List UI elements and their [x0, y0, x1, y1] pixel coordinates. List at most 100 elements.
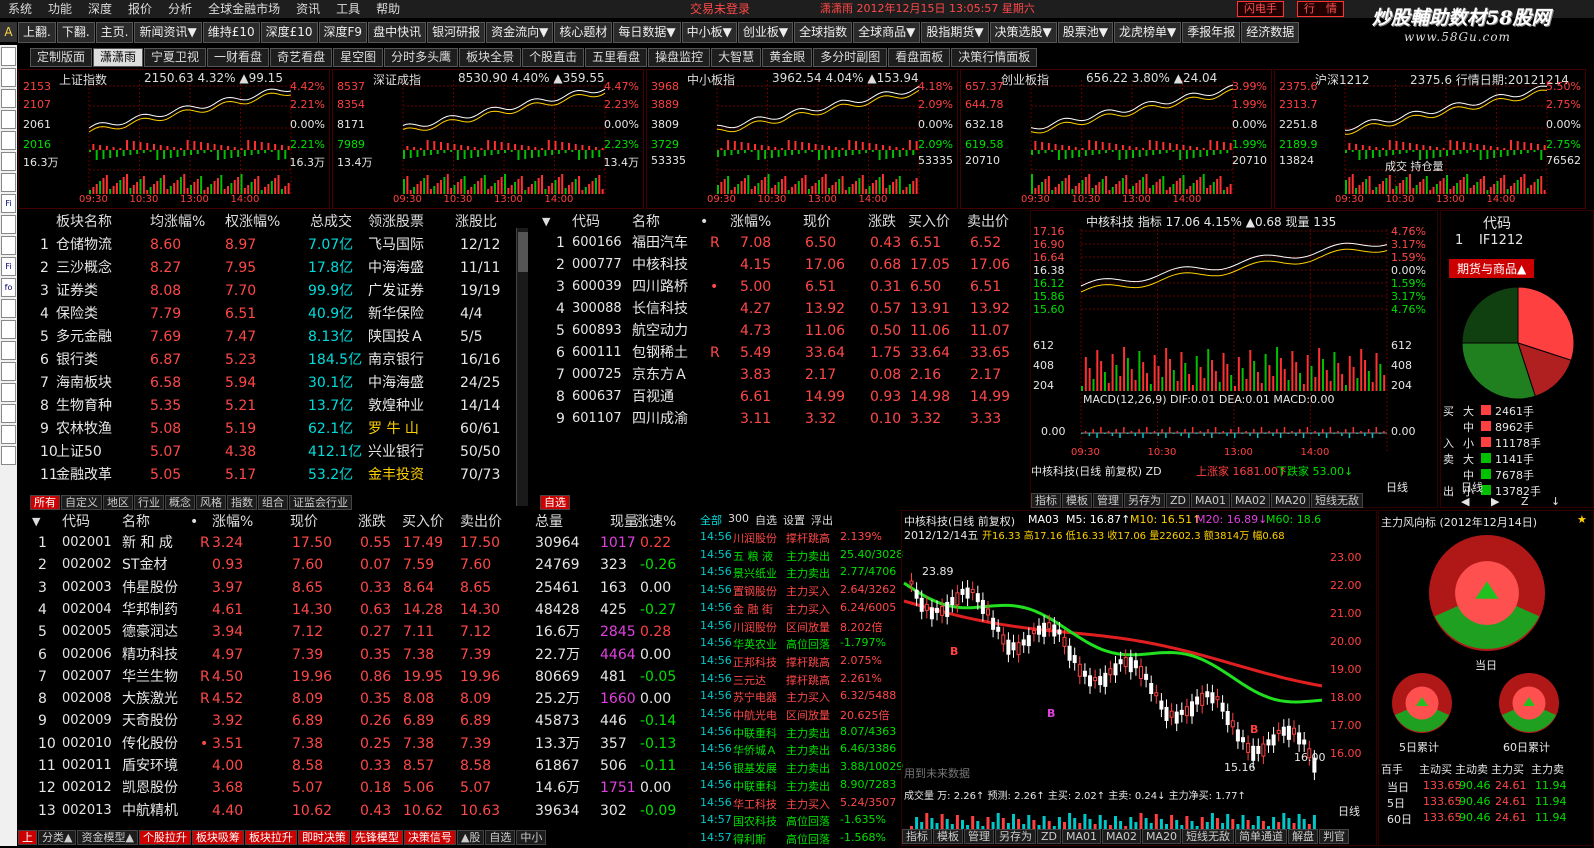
- sme-row[interactable]: 2 002002 ST金材 0.93 7.60 0.07 7.59 7.60 24769 323-…: [30, 554, 695, 576]
- toolbar-button-18[interactable]: 股票池▼: [1057, 22, 1114, 43]
- radar-header-2[interactable]: 自选: [755, 512, 777, 528]
- sme-header-8[interactable]: 总量: [535, 512, 563, 532]
- menu-7[interactable]: 工具: [328, 0, 368, 18]
- kline-tool-2[interactable]: 管理: [964, 829, 994, 844]
- mini-chart-1[interactable]: 深证成指 8530.90 4.40% ▲359.55 8537 8354 8171 798…: [332, 69, 644, 209]
- radar-header-0[interactable]: 全部: [700, 512, 722, 528]
- mini-chart-2[interactable]: 中小板指 3962.54 4.04% ▲153.94 3968 3889 3809 372…: [646, 69, 958, 209]
- intraday-tool-7[interactable]: MA20: [1271, 493, 1311, 508]
- kline-chart[interactable]: 中核科技(日线 前复权) MA03 M5: 16.87↑ M10: 16.51↑ M20…: [901, 510, 1377, 846]
- sector-tab-2[interactable]: 地区: [103, 495, 133, 510]
- toolbar-button-8[interactable]: 银河研报: [427, 22, 486, 43]
- layout-tab-6[interactable]: 分时多头鹰: [384, 48, 459, 67]
- sector-tab-5[interactable]: 风格: [196, 495, 226, 510]
- side-tool-icon-8[interactable]: [1, 215, 16, 234]
- toolbar-button-12[interactable]: 中小板▼: [681, 22, 737, 43]
- sme-row[interactable]: 7 002007 华兰生物 R 4.50 19.96 0.86 19.95 19.96 80669…: [30, 666, 695, 688]
- intraday-tool-8[interactable]: 短线无敌: [1311, 493, 1364, 508]
- kline-tool-0[interactable]: 指标: [902, 829, 932, 844]
- layout-tab-2[interactable]: 宁夏卫视: [144, 48, 207, 67]
- radar-row[interactable]: 14:56 中联重科 主力卖出 8.90/7283: [700, 778, 900, 795]
- side-tool-icon-10[interactable]: Fi: [1, 257, 16, 276]
- side-tool-icon-13[interactable]: [1, 320, 16, 339]
- sme-tab-1[interactable]: 资金模型▲: [77, 830, 138, 845]
- toolbar-button-11[interactable]: 每日数据▼: [613, 22, 681, 43]
- sme-header-0[interactable]: 代码: [62, 512, 90, 532]
- sector-row[interactable]: 5 多元金融 7.69 7.47 8.13亿 陕国投Ａ 5/5: [30, 326, 520, 348]
- radar-header-4[interactable]: 浮出: [811, 512, 833, 528]
- side-tool-icon-6[interactable]: [1, 173, 16, 192]
- radar-row[interactable]: 14:56 五 粮 液主力卖出 25.40/3028: [700, 548, 903, 565]
- kline-tool-3[interactable]: 另存为: [995, 829, 1036, 844]
- sme-tab-2[interactable]: 个股拉升: [138, 830, 191, 845]
- futures-nav-3[interactable]: ↓: [1551, 495, 1560, 508]
- radar-row[interactable]: 14:56 华侨城Ａ 主力卖出 6.46/3386: [700, 742, 900, 759]
- side-tool-icon-5[interactable]: [1, 152, 16, 171]
- sme-tab-9[interactable]: 自选: [485, 830, 516, 845]
- futures-row-code[interactable]: IF1212: [1479, 233, 1523, 248]
- sector-row[interactable]: 9 农林牧渔 5.08 5.19 62.1亿罗 牛 山 60/61: [30, 418, 520, 440]
- watch-header-1[interactable]: 名称: [632, 212, 660, 232]
- toolbar-button-7[interactable]: 盘中快讯: [368, 22, 427, 43]
- futures-nav-2[interactable]: Z: [1521, 495, 1529, 508]
- intraday-tool-1[interactable]: 模板: [1062, 493, 1092, 508]
- sector-header-3[interactable]: 总成交: [310, 212, 352, 232]
- toolbar-button-20[interactable]: 季报年报: [1182, 22, 1241, 43]
- side-tool-icon-1[interactable]: [1, 68, 16, 87]
- sme-header-9[interactable]: 现量: [610, 512, 638, 532]
- futures-daily[interactable]: 日线: [1461, 479, 1483, 495]
- sme-header-10[interactable]: 涨速%: [635, 512, 676, 532]
- kline-tool-8[interactable]: 短线无敌: [1182, 829, 1235, 844]
- menu-1[interactable]: 功能: [40, 0, 80, 18]
- sme-tab-10[interactable]: 中小: [516, 830, 547, 845]
- radar-row[interactable]: 14:56 川润股份 撑杆跳高 2.139%: [700, 530, 900, 547]
- toolbar-button-5[interactable]: 深度£10: [260, 22, 318, 43]
- radar-row[interactable]: 14:56 苏宁电器 主力买入 6.32/5488: [700, 689, 900, 706]
- watch-row[interactable]: 1 600166 福田汽车 R 7.08 6.50 0.43 6.51 6.52: [540, 232, 1025, 254]
- kline-tool-4[interactable]: ZD: [1037, 829, 1062, 844]
- side-tool-icon-18[interactable]: [1, 425, 16, 444]
- sme-row[interactable]: 12 002012 凯恩股份 3.68 5.07 0.18 5.06 5.07 14.6万 175…: [30, 777, 695, 799]
- watch-header-4[interactable]: 现价: [803, 212, 831, 232]
- sector-row[interactable]: 4 保险类 7.79 6.51 40.9亿 新华保险 4/4: [30, 303, 520, 325]
- sme-row[interactable]: 4 002004 华邦制药 4.61 14.30 0.63 14.28 14.30 48428 4…: [30, 599, 695, 621]
- layout-tab-0[interactable]: 定制版面: [30, 48, 93, 67]
- toolbar-button-4[interactable]: 维持£10: [202, 22, 260, 43]
- radar-row[interactable]: 14:56 金 融 街主力买入 6.24/6005: [700, 601, 900, 618]
- sector-row[interactable]: 1 仓储物流 8.60 8.97 7.07亿 飞马国际 12/12: [30, 234, 520, 256]
- sme-tab-3[interactable]: 板块吸筹: [191, 830, 244, 845]
- layout-tab-10[interactable]: 操盘监控: [648, 48, 711, 67]
- sme-tab-0[interactable]: 分类▲: [38, 830, 77, 845]
- quote-button[interactable]: 行 情: [1297, 1, 1344, 17]
- kline-tool-7[interactable]: MA20: [1142, 829, 1182, 844]
- layout-tab-13[interactable]: 多分时副图: [813, 48, 888, 67]
- sector-tab-3[interactable]: 行业: [134, 495, 164, 510]
- watch-row[interactable]: 3 600039 四川路桥 • 5.00 6.51 0.31 6.50 6.51: [540, 276, 1025, 298]
- sector-scrollbar[interactable]: [516, 228, 528, 506]
- toolbar-button-9[interactable]: 资金流向▼: [486, 22, 554, 43]
- layout-tab-5[interactable]: 星空图: [333, 48, 384, 67]
- kline-tool-6[interactable]: MA02: [1102, 829, 1142, 844]
- sector-row[interactable]: 3 证券类 8.08 7.70 99.9亿 广发证券 19/19: [30, 280, 520, 302]
- layout-tab-12[interactable]: 黄金眼: [762, 48, 813, 67]
- watch-header-2[interactable]: •: [700, 212, 708, 232]
- watch-header-0[interactable]: 代码: [572, 212, 600, 232]
- sme-row[interactable]: 11 002011 盾安环境 4.00 8.58 0.33 8.57 8.58 61867 506…: [30, 755, 695, 777]
- sector-row[interactable]: 7 海南板块 6.58 5.94 30.1亿 中海海盛 24/25: [30, 372, 520, 394]
- menu-5[interactable]: 全球金融市场: [200, 0, 288, 18]
- watch-sort-icon[interactable]: ▼: [542, 212, 550, 232]
- layout-tab-4[interactable]: 奇艺看盘: [270, 48, 333, 67]
- layout-tab-14[interactable]: 看盘面板: [888, 48, 951, 67]
- sector-header-0[interactable]: 板块名称: [56, 212, 112, 232]
- futures-title[interactable]: 期货与商品▲: [1449, 259, 1535, 278]
- radar-row[interactable]: 14:56 置钢股份 主力买入 2.64/3262: [700, 583, 900, 600]
- layout-tab-11[interactable]: 大智慧: [711, 48, 762, 67]
- toolbar-button-19[interactable]: 龙虎榜单▼: [1114, 22, 1182, 43]
- toolbar-button-16[interactable]: 股指期货▼: [921, 22, 989, 43]
- watch-header-3[interactable]: 涨幅%: [730, 212, 771, 232]
- sector-header-4[interactable]: 领涨股票: [368, 212, 424, 232]
- watch-tab-selfselect[interactable]: 自选: [540, 495, 570, 510]
- toolbar-button-15[interactable]: 全球商品▼: [853, 22, 921, 43]
- sme-header-4[interactable]: 现价: [290, 512, 318, 532]
- intraday-tool-3[interactable]: 另存为: [1124, 493, 1165, 508]
